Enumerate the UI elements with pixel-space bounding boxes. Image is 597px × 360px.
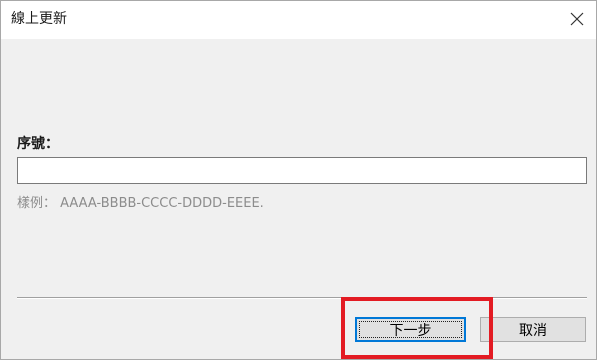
close-icon[interactable] (569, 11, 585, 27)
next-button[interactable]: 下一步 (355, 317, 466, 342)
footer-separator (17, 297, 587, 299)
serial-number-label: 序號： (17, 136, 59, 152)
next-button-label: 下一步 (389, 322, 432, 339)
close-button[interactable] (561, 4, 593, 34)
window-title: 線上更新 (11, 11, 67, 27)
cancel-button-label: 取消 (519, 322, 547, 339)
serial-example-hint: 樣例： AAAA-BBBB-CCCC-DDDD-EEEE. (17, 196, 264, 211)
cancel-button[interactable]: 取消 (480, 317, 586, 342)
serial-number-input[interactable] (17, 157, 587, 184)
online-update-dialog: 線上更新 序號： 樣例： AAAA-BBBB-CCCC-DDDD-EEEE. 下… (0, 0, 597, 360)
title-bar[interactable]: 線上更新 (1, 1, 596, 39)
